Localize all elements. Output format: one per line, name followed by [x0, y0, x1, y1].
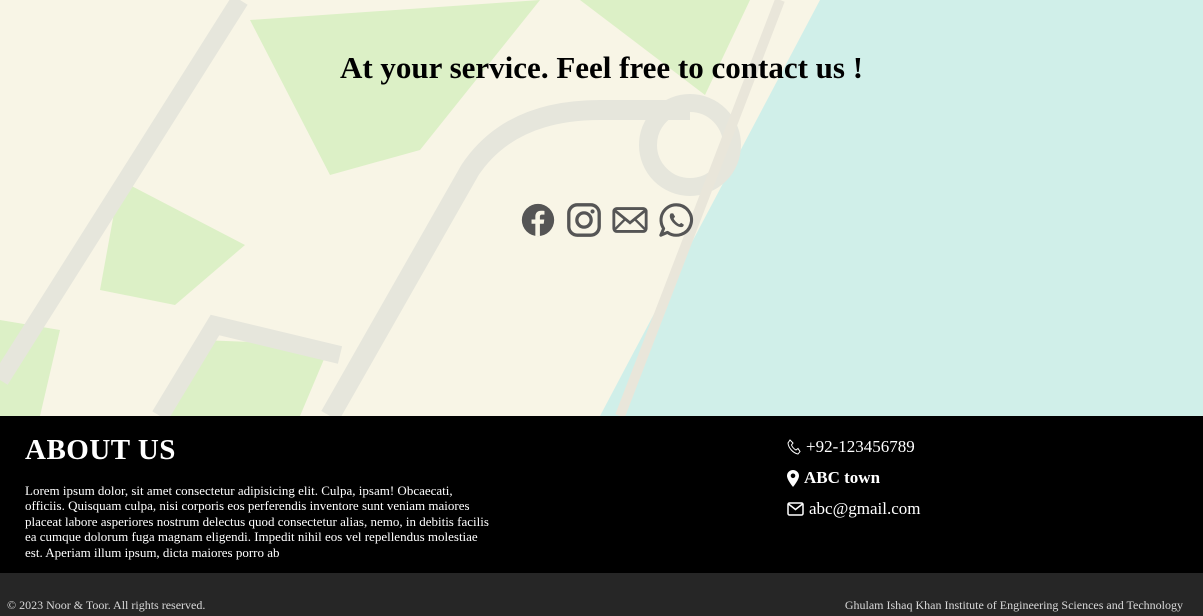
footer-bottom-bar: © 2023 Noor & Toor. All rights reserved.… [0, 573, 1203, 616]
contact-address: ABC town [787, 467, 920, 489]
facebook-link[interactable] [519, 201, 557, 239]
contact-heading: At your service. Feel free to contact us… [339, 50, 864, 85]
address-text: ABC town [804, 468, 881, 487]
whatsapp-link[interactable] [657, 201, 695, 239]
instagram-icon [567, 203, 601, 237]
location-pin-icon [787, 469, 799, 487]
instagram-link[interactable] [565, 201, 603, 239]
social-links [519, 201, 695, 239]
email-link[interactable] [611, 201, 649, 239]
about-us-heading: ABOUT US [25, 434, 176, 466]
email-address: abc@gmail.com [809, 499, 921, 518]
contact-email[interactable]: abc@gmail.com [787, 498, 920, 520]
contact-phone[interactable]: +92-123456789 [787, 436, 920, 458]
copyright-text: © 2023 Noor & Toor. All rights reserved. [7, 598, 206, 612]
phone-icon [787, 439, 801, 455]
footer-main: ABOUT US Lorem ipsum dolor, sit amet con… [0, 416, 1203, 573]
facebook-icon [521, 203, 555, 237]
contact-info: +92-123456789 ABC town abc@gmail.com [787, 436, 920, 529]
about-us-text: Lorem ipsum dolor, sit amet consectetur … [25, 483, 489, 560]
whatsapp-icon [659, 203, 693, 237]
envelope-icon [612, 207, 648, 233]
contact-hero: At your service. Feel free to contact us… [0, 0, 1203, 416]
phone-number: +92-123456789 [806, 437, 915, 456]
institute-name: Ghulam Ishaq Khan Institute of Engineeri… [844, 598, 1183, 612]
envelope-icon [787, 502, 804, 516]
